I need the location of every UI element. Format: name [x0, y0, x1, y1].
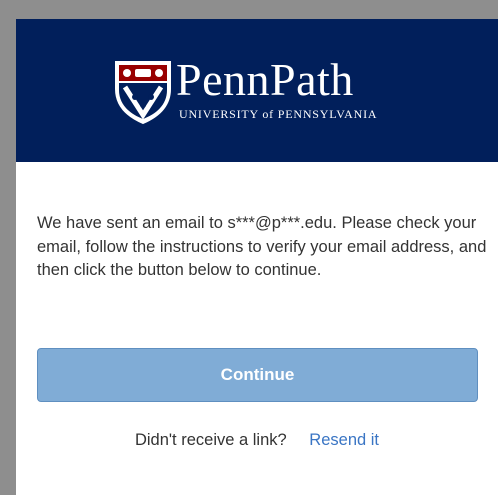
- brand-name: PennPath: [176, 54, 354, 105]
- brand-subtitle: UNIVERSITY of PENNSYLVANIA: [179, 107, 378, 121]
- pennpath-logo: PennPath UNIVERSITY of PENNSYLVANIA: [113, 57, 403, 129]
- header-banner: PennPath UNIVERSITY of PENNSYLVANIA: [16, 19, 498, 162]
- penn-shield-icon: [115, 61, 171, 125]
- verification-message: We have sent an email to s***@p***.edu. …: [37, 214, 487, 279]
- login-card: PennPath UNIVERSITY of PENNSYLVANIA We h…: [16, 19, 498, 495]
- continue-button[interactable]: Continue: [37, 348, 478, 402]
- resend-link[interactable]: Resend it: [309, 431, 379, 449]
- resend-prompt: Didn't receive a link?: [134, 431, 287, 449]
- resend-row: Didn't receive a link? Resend it: [16, 429, 498, 451]
